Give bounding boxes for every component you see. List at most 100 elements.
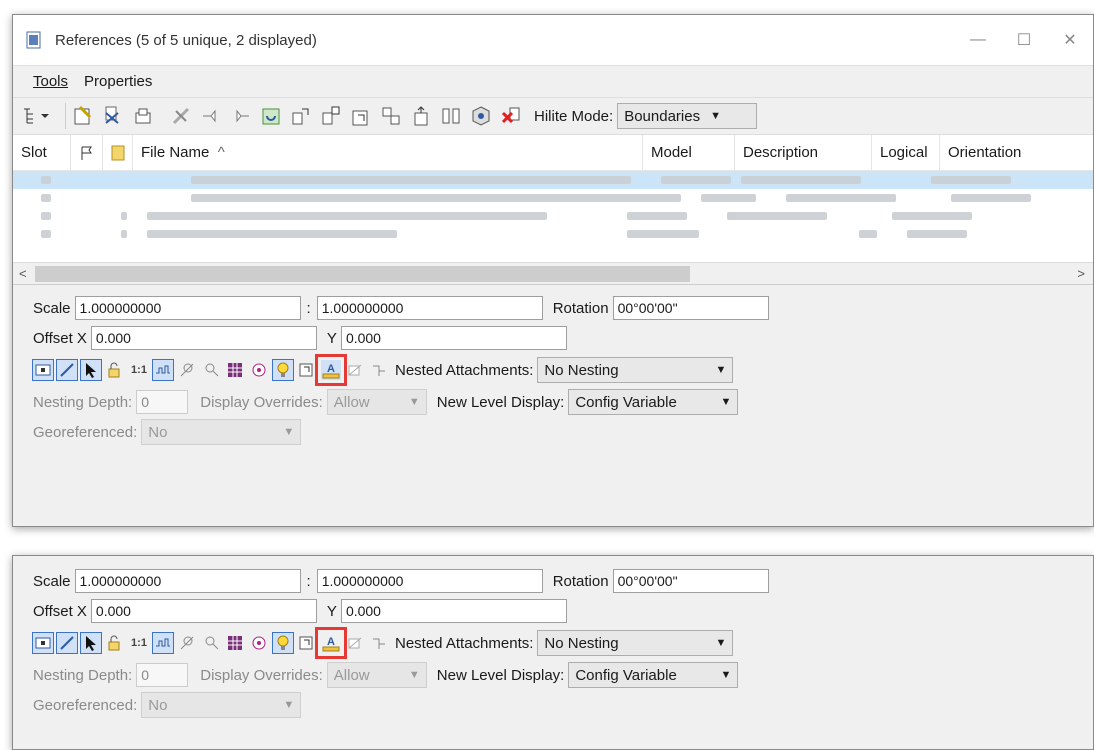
menu-properties[interactable]: Properties [78, 73, 162, 90]
scale-ref-input[interactable]: 1.000000000 [316, 296, 543, 320]
line-style-icon[interactable] [177, 360, 197, 380]
locate-toggle-icon[interactable] [80, 632, 102, 654]
nested-link-icon[interactable] [369, 633, 389, 653]
grid-toggle-icon[interactable] [225, 360, 245, 380]
nested-attachments-label: Nested Attachments: [395, 634, 534, 652]
scroll-thumb[interactable] [35, 266, 690, 282]
annotation-scale-icon[interactable]: A [315, 354, 347, 386]
snap-toggle-icon[interactable] [56, 359, 78, 381]
scale-ref-input[interactable]: 1.000000000 [316, 569, 543, 593]
table-row[interactable] [13, 225, 1093, 243]
offset-x-input[interactable]: 0.000 [90, 326, 317, 350]
new-level-display-dropdown[interactable]: Config Variable ▼ [568, 662, 739, 688]
line-style-icon[interactable] [177, 633, 197, 653]
display-overrides-dropdown[interactable]: Allow ▼ [326, 662, 427, 688]
scale-master-input[interactable]: 1.000000000 [74, 296, 301, 320]
col-file-name[interactable]: File Name ^ [133, 134, 643, 171]
use-lights-icon[interactable] [345, 633, 365, 653]
nested-link-icon[interactable] [369, 360, 389, 380]
scale-separator: : [306, 572, 311, 590]
grid-toggle-icon[interactable] [225, 633, 245, 653]
scroll-right-icon[interactable]: > [1077, 266, 1085, 281]
ignore-attach-icon[interactable] [201, 360, 221, 380]
new-level-display-dropdown[interactable]: Config Variable ▼ [568, 389, 739, 415]
rotation-input[interactable]: 00°00'00" [612, 296, 769, 320]
detach-icon[interactable] [102, 105, 124, 127]
scroll-left-icon[interactable]: < [19, 266, 27, 281]
locate-toggle-icon[interactable] [80, 359, 102, 381]
nesting-depth-input[interactable]: 0 [136, 663, 189, 687]
mirror-h-icon[interactable] [410, 105, 432, 127]
col-slot[interactable]: Slot [13, 134, 71, 171]
lights-icon[interactable] [272, 632, 294, 654]
minimize-button[interactable]: — [955, 15, 1001, 65]
nesting-depth-label: Nesting Depth: [33, 666, 133, 684]
tree-view-icon[interactable] [21, 105, 51, 127]
offset-y-input[interactable]: 0.000 [340, 326, 567, 350]
snap-toggle-icon[interactable] [56, 632, 78, 654]
rotation-label: Rotation [552, 299, 609, 317]
display-overrides-label: Display Overrides: [200, 666, 323, 684]
levels-toggle-icon[interactable] [152, 632, 174, 654]
clear-icon[interactable] [500, 105, 522, 127]
offset-y-input[interactable]: 0.000 [340, 599, 567, 623]
scale-master-input[interactable]: 1.000000000 [74, 569, 301, 593]
new-level-display-label: New Level Display: [436, 666, 565, 684]
copy-icon[interactable] [380, 105, 402, 127]
scale-label: Scale [33, 572, 71, 590]
close-button[interactable]: ✕ [1047, 15, 1093, 65]
display-toggle-icon[interactable] [32, 632, 54, 654]
levels-toggle-icon[interactable] [152, 359, 174, 381]
col-description[interactable]: Description [735, 134, 872, 171]
nested-attachments-dropdown[interactable]: No Nesting ▼ [537, 357, 734, 383]
display-toggle-icon[interactable] [32, 359, 54, 381]
menu-tools[interactable]: Tools [13, 73, 78, 90]
table-row[interactable] [13, 171, 1093, 189]
horizontal-scrollbar[interactable]: < > [13, 262, 1093, 284]
clip-volume-icon[interactable] [297, 633, 317, 653]
offset-x-input[interactable]: 0.000 [90, 599, 317, 623]
merge-icon[interactable] [470, 105, 492, 127]
nesting-depth-input[interactable]: 0 [136, 390, 189, 414]
clip-volume-icon[interactable] [297, 360, 317, 380]
scale-icon[interactable] [350, 105, 372, 127]
reload-icon[interactable] [132, 105, 154, 127]
georeferenced-dropdown[interactable]: No ▼ [141, 692, 302, 718]
clip-boundary-icon[interactable] [200, 105, 222, 127]
move-icon[interactable] [320, 105, 342, 127]
georeferenced-label: Georeferenced: [33, 423, 138, 441]
table-row[interactable] [13, 207, 1093, 225]
mirror-v-icon[interactable] [440, 105, 462, 127]
col-model[interactable]: Model [643, 134, 735, 171]
use-lights-icon[interactable] [345, 360, 365, 380]
true-scale-icon[interactable]: 1:1 [129, 360, 149, 380]
col-orientation[interactable]: Orientation [940, 135, 1030, 171]
col-logical[interactable]: Logical [872, 134, 940, 171]
raster-icon[interactable] [249, 633, 269, 653]
display-overrides-dropdown[interactable]: Allow ▼ [326, 389, 427, 415]
toolbar-separator [65, 103, 66, 129]
lights-icon[interactable] [272, 359, 294, 381]
lock-icon[interactable] [105, 360, 125, 380]
col-display-flag[interactable] [71, 134, 103, 171]
attachment-settings-panel: Scale 1.000000000 : 1.000000000 Rotation… [13, 285, 1093, 447]
ignore-attach-icon[interactable] [201, 633, 221, 653]
rotation-input[interactable]: 00°00'00" [612, 569, 769, 593]
nested-attachments-dropdown[interactable]: No Nesting ▼ [537, 630, 734, 656]
raster-icon[interactable] [249, 360, 269, 380]
col-file-icon[interactable] [103, 134, 133, 171]
clip-mask-icon[interactable] [230, 105, 252, 127]
attach-icon[interactable] [72, 105, 94, 127]
rotation-label: Rotation [552, 572, 609, 590]
table-row[interactable] [13, 189, 1093, 207]
rotate-icon[interactable] [290, 105, 312, 127]
true-scale-icon[interactable]: 1:1 [129, 633, 149, 653]
delete-clip-icon[interactable] [260, 105, 282, 127]
lock-icon[interactable] [105, 633, 125, 653]
hilite-mode-dropdown[interactable]: Boundaries ▼ [617, 103, 758, 129]
hilite-mode-group: Hilite Mode: Boundaries ▼ [534, 103, 758, 129]
georeferenced-dropdown[interactable]: No ▼ [141, 419, 302, 445]
annotation-scale-icon[interactable]: A [315, 627, 347, 659]
maximize-button[interactable]: ☐ [1001, 15, 1047, 65]
exchange-icon[interactable] [170, 105, 192, 127]
